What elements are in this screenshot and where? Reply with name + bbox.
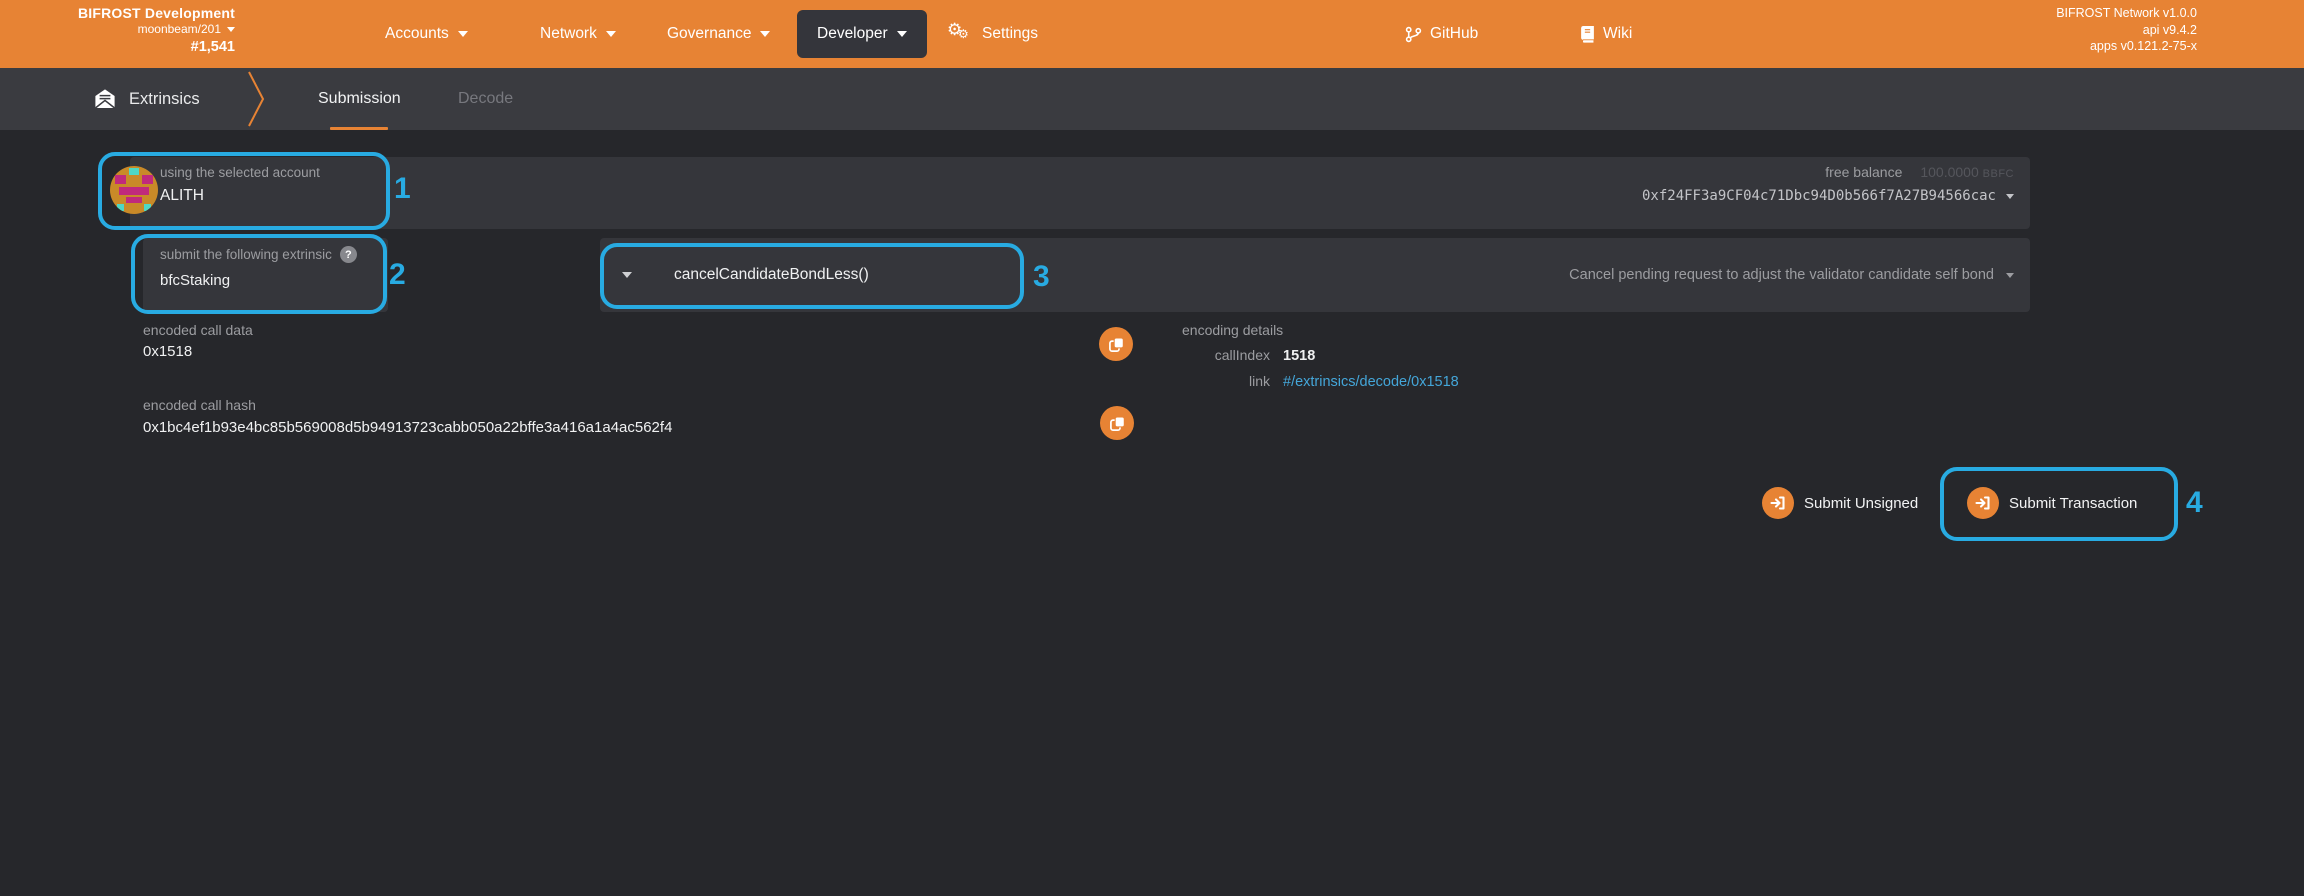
method-description: Cancel pending request to adjust the val… [1569, 238, 2014, 312]
link-wiki[interactable]: Wiki [1580, 0, 1632, 68]
nav-settings-label: Settings [982, 25, 1038, 43]
chevron-down-icon [606, 31, 616, 37]
github-label: GitHub [1430, 25, 1478, 43]
account-row: using the selected account ALITH free ba… [130, 157, 2030, 229]
call-data-label: encoded call data [143, 322, 253, 338]
network-name: BIFROST Development [0, 5, 235, 21]
nav-governance-label: Governance [667, 25, 751, 43]
nav-network-label: Network [540, 25, 597, 43]
sign-in-icon [1967, 487, 1999, 519]
call-index-label: callIndex [1170, 347, 1270, 363]
endpoint-selector[interactable]: moonbeam/201 [0, 23, 235, 37]
extrinsics-page: BIFROST Development moonbeam/201 #1,541 … [0, 0, 2304, 896]
extrinsics-icon [93, 88, 117, 110]
nav-accounts[interactable]: Accounts [385, 0, 468, 68]
call-index-value: 1518 [1283, 348, 1315, 364]
free-balance-value: 100.0000 BBFC [1920, 164, 2014, 180]
section-title-label: Extrinsics [129, 90, 200, 109]
copy-icon [1108, 336, 1125, 353]
tab-decode[interactable]: Decode [458, 68, 513, 130]
account-name: ALITH [160, 187, 320, 205]
call-hash-label: encoded call hash [143, 397, 256, 413]
encoding-details: encoding details callIndex 1518 link #/e… [1170, 322, 1459, 390]
submit-unsigned-label: Submit Unsigned [1804, 495, 1918, 512]
chevron-down-icon [227, 27, 235, 32]
apps-version: apps v0.121.2-75-x [2056, 38, 2197, 55]
endpoint-label: moonbeam/201 [138, 23, 221, 37]
selected-account[interactable]: using the selected account ALITH [160, 165, 320, 205]
balance-block: free balance 100.0000 BBFC 0xf24FF3a9CF0… [1642, 164, 2014, 204]
book-icon [1580, 26, 1595, 43]
sign-in-icon [1762, 487, 1794, 519]
network-selector[interactable]: BIFROST Development moonbeam/201 #1,541 [0, 5, 235, 56]
annotation-number-4: 4 [2186, 486, 2203, 520]
block-number: #1,541 [0, 39, 235, 56]
free-balance-label: free balance [1825, 164, 1902, 180]
runtime-version: BIFROST Network v1.0.0 [2056, 5, 2197, 22]
help-icon[interactable]: ? [340, 246, 357, 263]
method-description-text: Cancel pending request to adjust the val… [1569, 267, 1994, 283]
tab-separator-chevron [246, 68, 270, 130]
account-identicon-avatar[interactable] [110, 166, 158, 214]
code-branch-icon [1405, 26, 1422, 43]
submit-unsigned-button[interactable]: Submit Unsigned [1762, 487, 1918, 519]
copy-call-data-button[interactable] [1099, 327, 1133, 361]
decode-link-label: link [1170, 373, 1270, 389]
copy-icon [1109, 415, 1126, 432]
decode-link[interactable]: #/extrinsics/decode/0x1518 [1283, 374, 1459, 390]
nav-developer[interactable]: Developer [797, 10, 927, 58]
nav-developer-label: Developer [817, 25, 888, 43]
annotation-number-2: 2 [389, 258, 406, 292]
account-address: 0xf24FF3a9CF04c71Dbc94D0b566f7A27B94566c… [1642, 188, 1996, 204]
extrinsic-method-dropdown[interactable]: cancelCandidateBondLess() Cancel pending… [600, 238, 2030, 312]
encoding-details-label: encoding details [1182, 322, 1459, 338]
tab-bar: Extrinsics Submission Decode [0, 68, 2304, 130]
extrinsic-field-label: submit the following extrinsic [160, 247, 332, 262]
chevron-down-icon [897, 31, 907, 37]
version-info: BIFROST Network v1.0.0 api v9.4.2 apps v… [2056, 5, 2197, 55]
nav-network[interactable]: Network [540, 0, 616, 68]
section-value: bfcStaking [160, 272, 388, 289]
wiki-label: Wiki [1603, 25, 1632, 43]
nav-governance[interactable]: Governance [667, 0, 770, 68]
account-field-label: using the selected account [160, 165, 320, 180]
tab-submission-label: Submission [318, 90, 401, 108]
copy-call-hash-button[interactable] [1100, 406, 1134, 440]
tab-submission[interactable]: Submission [318, 68, 401, 130]
chevron-down-icon [760, 31, 770, 37]
call-hash-value: 0x1bc4ef1b93e4bc85b569008d5b94913723cabb… [143, 419, 672, 436]
active-tab-underline [330, 127, 388, 130]
nav-accounts-label: Accounts [385, 25, 449, 43]
submit-transaction-label: Submit Transaction [2009, 495, 2137, 512]
gear-icon: ⚙⚙ [947, 23, 973, 45]
chevron-down-icon[interactable] [2006, 273, 2014, 278]
account-address-dropdown[interactable]: 0xf24FF3a9CF04c71Dbc94D0b566f7A27B94566c… [1642, 188, 2014, 204]
api-version: api v9.4.2 [2056, 22, 2197, 39]
chevron-down-icon [458, 31, 468, 37]
tab-decode-label: Decode [458, 90, 513, 108]
method-value: cancelCandidateBondLess() [674, 266, 869, 284]
chevron-down-icon [2006, 194, 2014, 199]
section-title: Extrinsics [93, 68, 200, 130]
chevron-down-icon [622, 272, 632, 278]
nav-settings[interactable]: ⚙⚙ Settings [947, 0, 1038, 68]
submit-transaction-button[interactable]: Submit Transaction [1967, 487, 2137, 519]
call-data-value: 0x1518 [143, 343, 192, 360]
extrinsic-section-dropdown[interactable]: submit the following extrinsic ? bfcStak… [143, 238, 388, 312]
link-github[interactable]: GitHub [1405, 0, 1478, 68]
top-header: BIFROST Development moonbeam/201 #1,541 … [0, 0, 2304, 68]
